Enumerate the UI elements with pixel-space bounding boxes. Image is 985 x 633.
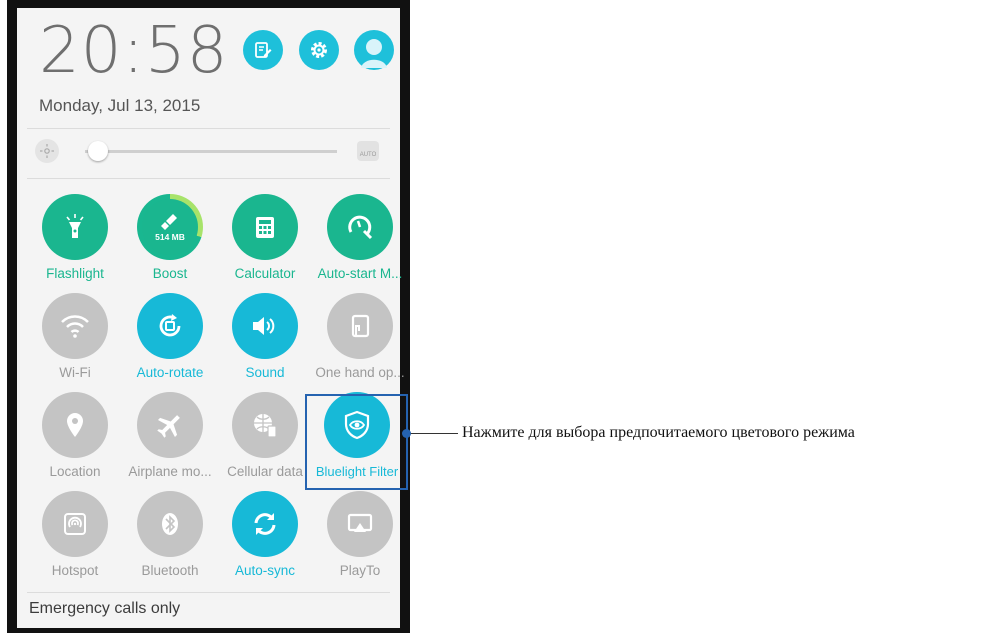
tile-hotspot[interactable]: Hotspot (27, 487, 123, 579)
status-text: Emergency calls only (29, 600, 181, 617)
one-hand-icon (351, 314, 370, 338)
tile-location-circle[interactable] (42, 392, 108, 458)
tile-auto-rotate-circle[interactable] (137, 293, 203, 359)
tile-sound-circle[interactable] (232, 293, 298, 359)
callout-dot (402, 429, 411, 438)
auto-start-icon (348, 215, 373, 240)
tile-bluetooth-circle[interactable] (137, 491, 203, 557)
tile-label: Auto-start M... (317, 266, 403, 281)
divider (27, 128, 390, 129)
tile-wifi[interactable]: Wi-Fi (27, 289, 123, 381)
tile-playto[interactable]: PlayTo (312, 487, 408, 579)
quick-settings-panel: 20:58 Monday, Jul 13, 2015 AUTO Flashlig… (17, 8, 408, 628)
wifi-icon (61, 315, 89, 338)
calculator-icon (256, 217, 274, 238)
tile-label: Calculator (234, 266, 296, 281)
tile-one-hand[interactable]: One hand op... (312, 289, 408, 381)
brightness-low-icon (35, 139, 59, 163)
tile-flashlight[interactable]: Flashlight (27, 190, 123, 282)
user-avatar-icon (361, 39, 387, 68)
tile-one-hand-circle[interactable] (327, 293, 393, 359)
tile-label: PlayTo (339, 563, 381, 578)
tile-auto-sync[interactable]: Auto-sync (217, 487, 313, 579)
tile-location[interactable]: Location (27, 388, 123, 480)
tile-boost[interactable]: 514 MB Boost (122, 190, 218, 282)
tile-label: Auto-sync (234, 563, 296, 578)
edit-button[interactable] (243, 30, 283, 70)
phone-frame: 20:58 Monday, Jul 13, 2015 AUTO Flashlig… (7, 0, 410, 633)
tile-airplane[interactable]: Airplane mo... (122, 388, 218, 480)
boost-memory-badge: 514 MB (155, 232, 185, 242)
divider (27, 592, 390, 593)
tile-flashlight-circle[interactable] (42, 194, 108, 260)
tile-label: Airplane mo... (128, 464, 212, 479)
cellular-data-icon (254, 414, 277, 438)
tile-cellular-data-circle[interactable] (232, 392, 298, 458)
tile-label: Auto-rotate (136, 365, 204, 380)
tile-airplane-circle[interactable] (137, 392, 203, 458)
hotspot-icon (64, 513, 86, 535)
tile-label: Bluetooth (141, 563, 199, 578)
tile-auto-start-circle[interactable] (327, 194, 393, 260)
auto-brightness-button[interactable]: AUTO (357, 141, 379, 161)
tile-auto-sync-circle[interactable] (232, 491, 298, 557)
brightness-slider-thumb[interactable] (87, 141, 108, 161)
clock-time: 20:58 (39, 14, 229, 88)
tile-sound[interactable]: Sound (217, 289, 313, 381)
brightness-row: AUTO (31, 132, 385, 170)
tile-cellular-data[interactable]: Cellular data (217, 388, 313, 480)
playto-icon (347, 513, 373, 532)
sync-icon (254, 513, 276, 535)
callout-line (406, 433, 458, 434)
tile-auto-rotate[interactable]: Auto-rotate (122, 289, 218, 381)
broom-icon (161, 214, 177, 230)
tile-label: Sound (245, 365, 285, 380)
tile-label: Hotspot (51, 563, 99, 578)
brightness-slider-track[interactable] (85, 150, 337, 153)
tile-label: Location (49, 464, 101, 479)
tile-wifi-circle[interactable] (42, 293, 108, 359)
edit-icon (255, 42, 272, 58)
divider (27, 178, 390, 179)
airplane-icon (157, 415, 180, 438)
tile-auto-start[interactable]: Auto-start M... (312, 190, 408, 282)
tile-label: Wi-Fi (59, 365, 91, 380)
user-profile-button[interactable] (354, 30, 394, 70)
location-pin-icon (67, 413, 83, 437)
bluetooth-icon (162, 513, 178, 535)
tile-label: Cellular data (227, 464, 303, 479)
tile-calculator-circle[interactable] (232, 194, 298, 260)
tile-bluetooth[interactable]: Bluetooth (122, 487, 218, 579)
clock-date: Monday, Jul 13, 2015 (39, 96, 201, 115)
callout-text: Нажмите для выбора предпочитаемого цвето… (462, 424, 855, 441)
settings-gear-icon (311, 42, 327, 58)
tile-playto-circle[interactable] (327, 491, 393, 557)
bluelight-filter-highlight-box (305, 394, 408, 490)
tile-hotspot-circle[interactable] (42, 491, 108, 557)
tile-label: Boost (152, 266, 188, 281)
settings-button[interactable] (299, 30, 339, 70)
sound-icon (253, 317, 275, 335)
boost-inner: 514 MB (142, 199, 198, 255)
flashlight-icon (66, 214, 84, 238)
tile-label: Flashlight (46, 266, 104, 281)
tile-label: One hand op... (315, 365, 405, 380)
tile-calculator[interactable]: Calculator (217, 190, 313, 282)
auto-rotate-icon (159, 314, 181, 337)
boost-ring[interactable]: 514 MB (137, 194, 203, 260)
